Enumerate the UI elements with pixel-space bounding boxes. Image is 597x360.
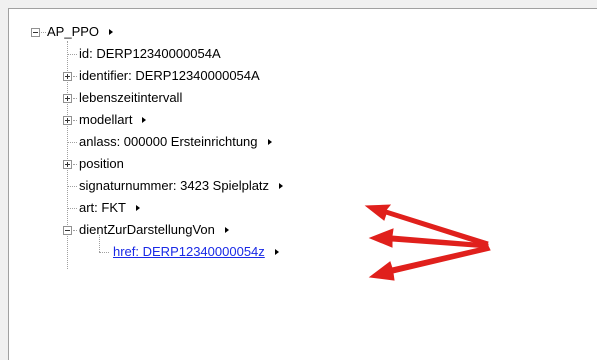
tree-connector [73,164,77,165]
tree-connector [67,186,77,187]
expand-arrow-icon[interactable] [109,28,114,35]
tree-connector [67,54,77,55]
tree-node-art[interactable]: art: FKT [79,199,140,217]
tree-node-label: id: DERP12340000054A [79,46,221,61]
tree-node-label: anlass: 000000 Ersteinrichtung [79,134,258,149]
collapse-toggle-root[interactable] [31,28,40,37]
tree-node-label: identifier: DERP12340000054A [79,68,260,83]
expand-arrow-icon[interactable] [279,182,284,189]
expand-arrow-icon[interactable] [135,204,140,211]
tree-connector [99,252,109,253]
tree-node-href[interactable]: href: DERP12340000054z [113,243,279,261]
expand-arrow-icon[interactable] [142,116,147,123]
tree-node-signaturnummer[interactable]: signaturnummer: 3423 Spielplatz [79,177,284,195]
tree-connector [41,32,46,33]
expand-toggle-modellart[interactable] [63,116,72,125]
tree-node-label: modellart [79,112,133,127]
tree-node-label: art: FKT [79,200,126,215]
collapse-toggle-dientzurdarstellungvon[interactable] [63,226,72,235]
tree-view-panel: AP_PPO id: DERP12340000054A identifier: … [8,8,597,360]
expand-toggle-identifier[interactable] [63,72,72,81]
tree-node-position[interactable]: position [79,155,124,173]
expand-arrow-icon[interactable] [224,226,229,233]
expand-toggle-position[interactable] [63,160,72,169]
tree-connector [73,230,77,231]
tree-connector [73,120,77,121]
tree-node-lebenszeitintervall[interactable]: lebenszeitintervall [79,89,182,107]
tree-connector [67,208,77,209]
tree-node-label: signaturnummer: 3423 Spielplatz [79,178,270,193]
tree-connector [67,142,77,143]
expand-arrow-icon[interactable] [267,138,272,145]
expand-arrow-icon[interactable] [274,248,279,255]
tree-node-modellart[interactable]: modellart [79,111,147,129]
tree-connector [99,235,100,252]
tree-node-id[interactable]: id: DERP12340000054A [79,45,221,63]
expand-toggle-lebenszeitintervall[interactable] [63,94,72,103]
tree-node-label: AP_PPO [47,24,100,39]
href-link[interactable]: href: DERP12340000054z [113,244,265,259]
tree-node-anlass[interactable]: anlass: 000000 Ersteinrichtung [79,133,272,151]
tree-connector [73,76,77,77]
tree-node-label: position [79,156,124,171]
tree-node-dientzurdarstellungvon[interactable]: dientZurDarstellungVon [79,221,229,239]
tree-connector [73,98,77,99]
tree-node-label: lebenszeitintervall [79,90,183,105]
tree-node-identifier[interactable]: identifier: DERP12340000054A [79,67,260,85]
tree-node-root[interactable]: AP_PPO [47,23,114,41]
